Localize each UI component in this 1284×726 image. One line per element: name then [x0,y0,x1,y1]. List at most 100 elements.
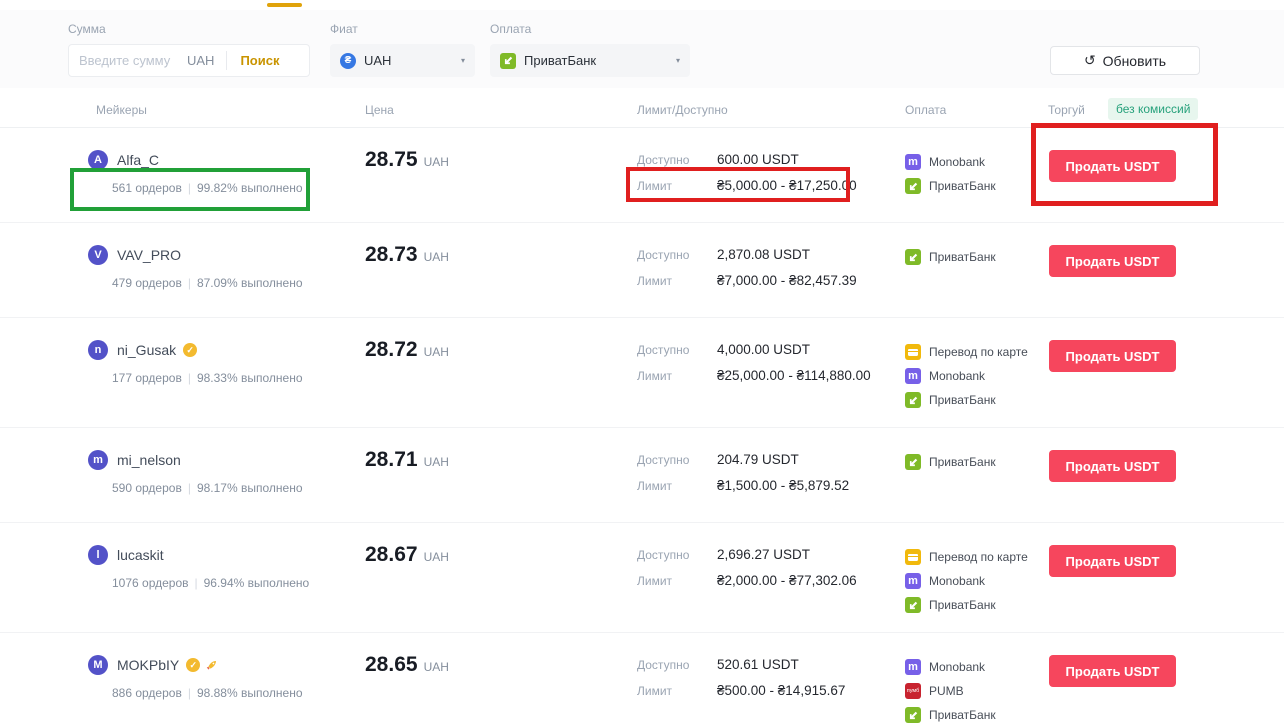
payment-select-value: ПриватБанк [524,53,597,68]
amount-input[interactable] [69,53,187,68]
limit-label: Лимит [637,179,673,193]
available-label: Доступно [637,453,690,467]
payment-methods: Перевод по карте m Monobank ПриватБанк [905,545,1028,617]
divider: | [187,371,191,385]
limit-value: ₴1,500.00 - ₴5,879.52 [717,478,850,493]
sell-usdt-button[interactable]: Продать USDT [1049,450,1176,482]
search-button[interactable]: Поиск [227,45,292,76]
maker-name: lucaskit [117,547,164,563]
sell-usdt-button[interactable]: Продать USDT [1049,245,1176,277]
privatbank-icon [905,178,921,194]
payment-method: ПриватБанк [905,174,996,198]
limit-available: Доступно 2,870.08 USDT Лимит ₴7,000.00 - ₴… [637,247,917,288]
maker-name: VAV_PRO [117,247,182,263]
limit-available: Доступно 204.79 USDT Лимит ₴1,500.00 - ₴5,… [637,452,917,493]
price: 28.65 UAH [365,653,449,676]
price: 28.73 UAH [365,243,449,266]
price: 28.72 UAH [365,338,449,361]
maker-stats: 561 ордеров | 99.82% выполнено [112,181,303,195]
price-currency: UAH [423,660,449,674]
maker-name: Alfa_C [117,152,160,168]
price: 28.71 UAH [365,448,449,471]
maker-name: MOKPbIY [117,657,180,673]
limit-value: ₴2,000.00 - ₴77,302.06 [717,573,857,588]
privatbank-icon [905,249,921,265]
payment-method: m Monobank [905,150,996,174]
limit-label: Лимит [637,274,673,288]
maker-link[interactable]: A Alfa_C [88,150,159,170]
payment-label: Оплата [490,22,532,36]
uah-coin-icon: ₴ [340,52,356,69]
sell-usdt-button[interactable]: Продать USDT [1049,545,1176,577]
header-price: Цена [365,103,394,117]
privatbank-icon [500,52,516,69]
monobank-icon: m [905,573,921,589]
orders-count: 479 ордеров [112,276,182,290]
maker-name: mi_nelson [117,452,181,468]
price-currency: UAH [423,155,449,169]
refresh-icon: ↺ [1083,52,1096,68]
maker-stats: 479 ордеров | 87.09% выполнено [112,276,303,290]
available-value: 4,000.00 USDT [717,342,811,357]
table-row: A Alfa_C 561 ордеров | 99.82% выполнено 28… [0,128,1284,223]
limit-label: Лимит [637,369,673,383]
sell-usdt-button[interactable]: Продать USDT [1049,340,1176,372]
payment-methods: Перевод по карте m Monobank ПриватБанк [905,340,1028,412]
orders-count: 886 ордеров [112,686,182,700]
maker-link[interactable]: M MOKPbIY ✓ [88,655,218,675]
payment-method: ПриватБанк [905,593,1028,617]
amount-input-group[interactable]: UAH Поиск [68,44,310,77]
price-currency: UAH [423,250,449,264]
fiat-select-value: UAH [364,53,392,68]
filter-bar: Сумма UAH Поиск Фиат ₴ UAH ▾ Оплата Прив… [0,10,1284,88]
table-row: M MOKPbIY ✓ 886 ордеров | 98.88% выполнено… [0,633,1284,726]
available-value: 2,696.27 USDT [717,547,811,562]
payment-method: ПриватБанк [905,245,996,269]
orders-count: 561 ордеров [112,181,182,195]
orders-count: 177 ордеров [112,371,182,385]
divider: | [194,576,198,590]
header-makers: Мейкеры [96,103,147,117]
price-currency: UAH [423,455,449,469]
orders-count: 1076 ордеров [112,576,189,590]
price: 28.75 UAH [365,148,449,171]
maker-link[interactable]: l lucaskit [88,545,164,565]
completion-rate: 87.09% выполнено [196,276,303,290]
maker-link[interactable]: n ni_Gusak ✓ [88,340,198,360]
sell-usdt-button[interactable]: Продать USDT [1049,150,1176,182]
card-transfer-icon [905,344,921,360]
available-value: 600.00 USDT [717,152,799,167]
price-currency: UAH [423,550,449,564]
available-value: 520.61 USDT [717,657,799,672]
privatbank-icon [905,707,921,723]
table-row: V VAV_PRO 479 ордеров | 87.09% выполнено 2… [0,223,1284,318]
no-fee-badge: без комиссий [1108,98,1199,120]
avatar: M [88,655,108,675]
payment-select[interactable]: ПриватБанк ▾ [490,44,690,77]
maker-link[interactable]: V VAV_PRO [88,245,181,265]
maker-link[interactable]: m mi_nelson [88,450,181,470]
fiat-select[interactable]: ₴ UAH ▾ [330,44,475,77]
refresh-button[interactable]: ↺ Обновить [1050,46,1200,75]
limit-label: Лимит [637,684,673,698]
maker-stats: 886 ордеров | 98.88% выполнено [112,686,303,700]
completion-rate: 98.17% выполнено [196,481,303,495]
orders-count: 590 ордеров [112,481,182,495]
active-tab-indicator [267,3,302,7]
table-row: m mi_nelson 590 ордеров | 98.17% выполнено… [0,428,1284,523]
payment-method: ПриватБанк [905,450,996,474]
avatar: m [88,450,108,470]
price: 28.67 UAH [365,543,449,566]
sell-usdt-button[interactable]: Продать USDT [1049,655,1176,687]
amount-currency-suffix: UAH [187,53,215,68]
payment-method: ПриватБанк [905,703,996,726]
limit-available: Доступно 520.61 USDT Лимит ₴500.00 - ₴14,9… [637,657,917,698]
divider: | [187,276,191,290]
fiat-label: Фиат [330,22,358,36]
refresh-button-label: Обновить [1102,52,1167,69]
monobank-icon: m [905,368,921,384]
table-header: Мейкеры Цена Лимит/Доступно Оплата Торгу… [0,88,1284,128]
completion-rate: 98.33% выполнено [196,371,303,385]
amount-label: Сумма [68,22,106,36]
verified-badge-icon: ✓ [183,343,198,357]
